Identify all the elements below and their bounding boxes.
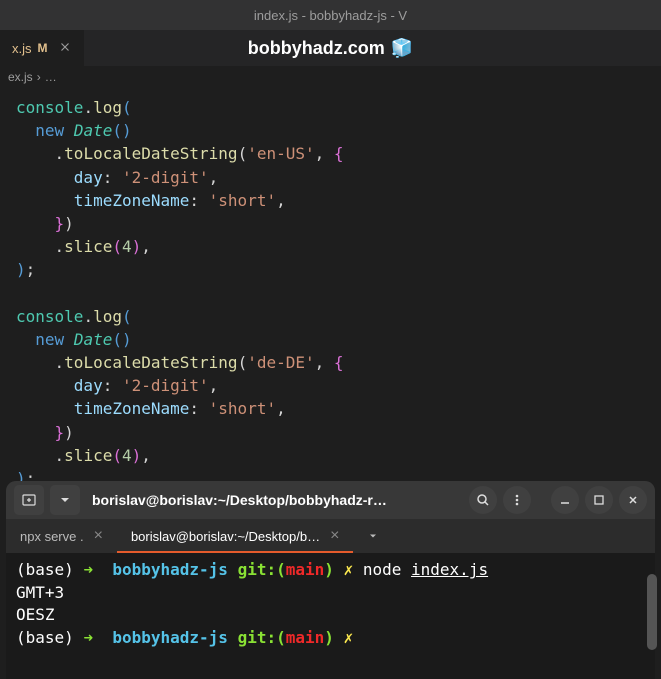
code-token: timeZoneName [74,191,190,210]
breadcrumb-rest: … [45,70,57,84]
code-token: '2-digit' [122,168,209,187]
breadcrumb[interactable]: ex.js › … [0,66,661,88]
terminal-text: bobbyhadz-js [112,628,228,647]
minimize-button[interactable] [551,486,579,514]
terminal-text: (base) [16,628,74,647]
code-token: '2-digit' [122,376,209,395]
code-token: 'short' [209,191,276,210]
terminal-tab-label: borislav@borislav:~/Desktop/b… [131,529,320,544]
terminal-text: GMT+3 [16,583,64,602]
terminal-text: git:( [238,628,286,647]
terminal-text: bobbyhadz-js [112,560,228,579]
window-title: index.js - bobbyhadz-js - V [254,8,407,23]
close-icon[interactable]: × [330,527,339,545]
code-token: slice [64,237,112,256]
terminal-title: borislav@borislav:~/Desktop/bobbyhadz-r… [86,492,463,508]
editor-tab[interactable]: x.js M [0,30,84,66]
terminal-text: OESZ [16,605,55,624]
code-editor[interactable]: console.log( new Date() .toLocaleDateStr… [0,88,661,498]
scrollbar[interactable] [647,574,657,650]
tab-filename: x.js [12,41,32,56]
code-token: 4 [122,446,132,465]
arrow-icon: ➜ [83,560,93,579]
chevron-down-icon[interactable] [353,519,393,553]
code-token: new [35,330,64,349]
code-token: 4 [122,237,132,256]
maximize-button[interactable] [585,486,613,514]
code-token: 'de-DE' [247,353,314,372]
dropdown-button[interactable] [50,485,80,515]
code-token: toLocaleDateString [64,353,237,372]
code-token: 'short' [209,399,276,418]
new-tab-button[interactable] [14,485,44,515]
terminal-output[interactable]: (base) ➜ bobbyhadz-js git:(main) ✗ node … [6,553,655,679]
code-token: day [74,376,103,395]
code-token: log [93,98,122,117]
tab-modified-indicator: M [38,41,48,55]
close-icon[interactable] [54,38,76,59]
terminal-text: ) [324,560,334,579]
code-token: timeZoneName [74,399,190,418]
cube-icon: 🧊 [391,38,413,59]
terminal-tab[interactable]: npx serve . × [6,519,117,553]
terminal-text: main [286,560,325,579]
terminal-text: index.js [411,560,488,579]
code-token: console [16,98,83,117]
terminal-titlebar: borislav@borislav:~/Desktop/bobbyhadz-r… [6,481,655,519]
terminal-tab-label: npx serve . [20,529,84,544]
breadcrumb-file: ex.js [8,70,33,84]
close-button[interactable] [619,486,647,514]
terminal-text: main [286,628,325,647]
editor-tabbar: x.js M bobbyhadz.com 🧊 [0,30,661,66]
terminal-tab-active[interactable]: borislav@borislav:~/Desktop/b… × [117,519,353,553]
code-token: console [16,307,83,326]
chevron-right-icon: › [37,70,41,84]
code-token: log [93,307,122,326]
code-token: Date [74,330,113,349]
code-token: 'en-US' [247,144,314,163]
terminal-text: ) [324,628,334,647]
code-token: new [35,121,64,140]
code-token: slice [64,446,112,465]
window-titlebar: index.js - bobbyhadz-js - V [0,0,661,30]
terminal-tabs: npx serve . × borislav@borislav:~/Deskto… [6,519,655,553]
search-button[interactable] [469,486,497,514]
watermark-text: bobbyhadz.com [248,38,385,59]
terminal-text: git:( [238,560,286,579]
code-token: Date [74,121,113,140]
arrow-icon: ➜ [83,628,93,647]
code-token: toLocaleDateString [64,144,237,163]
menu-button[interactable] [503,486,531,514]
terminal-text: (base) [16,560,74,579]
terminal-panel: borislav@borislav:~/Desktop/bobbyhadz-r…… [6,481,655,679]
watermark: bobbyhadz.com 🧊 [248,38,413,59]
close-icon[interactable]: × [94,527,103,545]
code-token: day [74,168,103,187]
terminal-text: node [363,560,402,579]
terminal-text: ✗ [344,560,354,579]
terminal-text: ✗ [344,628,354,647]
